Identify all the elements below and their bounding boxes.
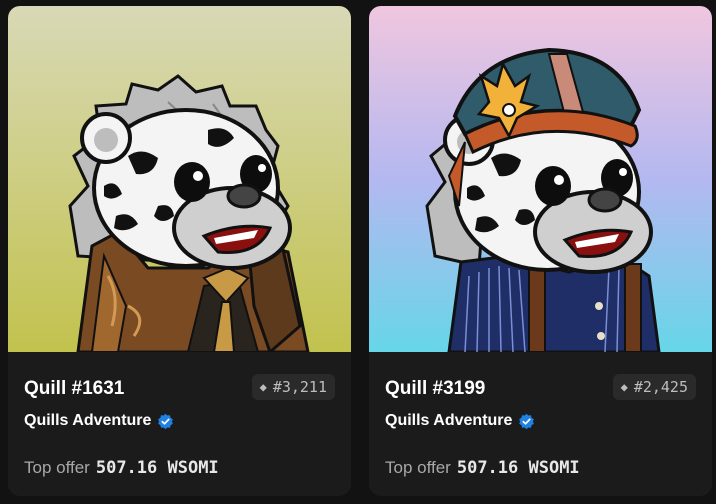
hedgehog-cow-illustration: [369, 6, 712, 352]
top-offer: Top offer 507.16 WSOMI: [385, 458, 580, 478]
nft-image[interactable]: [8, 6, 351, 352]
top-offer-amount: 507.16 WSOMI: [95, 458, 219, 478]
diamond-icon: ◆: [620, 380, 628, 394]
diamond-icon: ◆: [259, 380, 267, 394]
rarity-rank-value: #2,425: [633, 378, 688, 396]
top-offer-amount: 507.16 WSOMI: [456, 458, 580, 478]
collection-name: Quills Adventure: [385, 412, 513, 429]
hedgehog-cow-illustration: [8, 6, 351, 352]
card-info: Quill #3199 ◆ #2,425 Quills Adventure To…: [369, 352, 712, 496]
nft-card[interactable]: Quill #3199 ◆ #2,425 Quills Adventure To…: [369, 6, 712, 496]
top-offer-label: Top offer: [24, 458, 90, 477]
nft-name[interactable]: Quill #1631: [24, 378, 124, 400]
top-offer-label: Top offer: [385, 458, 451, 477]
rarity-rank-badge: ◆ #2,425: [612, 374, 696, 400]
nft-card[interactable]: Quill #1631 ◆ #3,211 Quills Adventure To…: [8, 6, 351, 496]
collection-name: Quills Adventure: [24, 412, 152, 429]
nft-name[interactable]: Quill #3199: [385, 378, 485, 400]
rarity-rank-value: #3,211: [272, 378, 327, 396]
verified-badge-icon: [519, 413, 535, 429]
rarity-rank-badge: ◆ #3,211: [251, 374, 335, 400]
verified-badge-icon: [158, 413, 174, 429]
card-info: Quill #1631 ◆ #3,211 Quills Adventure To…: [8, 352, 351, 496]
collection-link[interactable]: Quills Adventure: [24, 412, 174, 430]
collection-link[interactable]: Quills Adventure: [385, 412, 535, 430]
nft-image[interactable]: [369, 6, 712, 352]
top-offer: Top offer 507.16 WSOMI: [24, 458, 219, 478]
